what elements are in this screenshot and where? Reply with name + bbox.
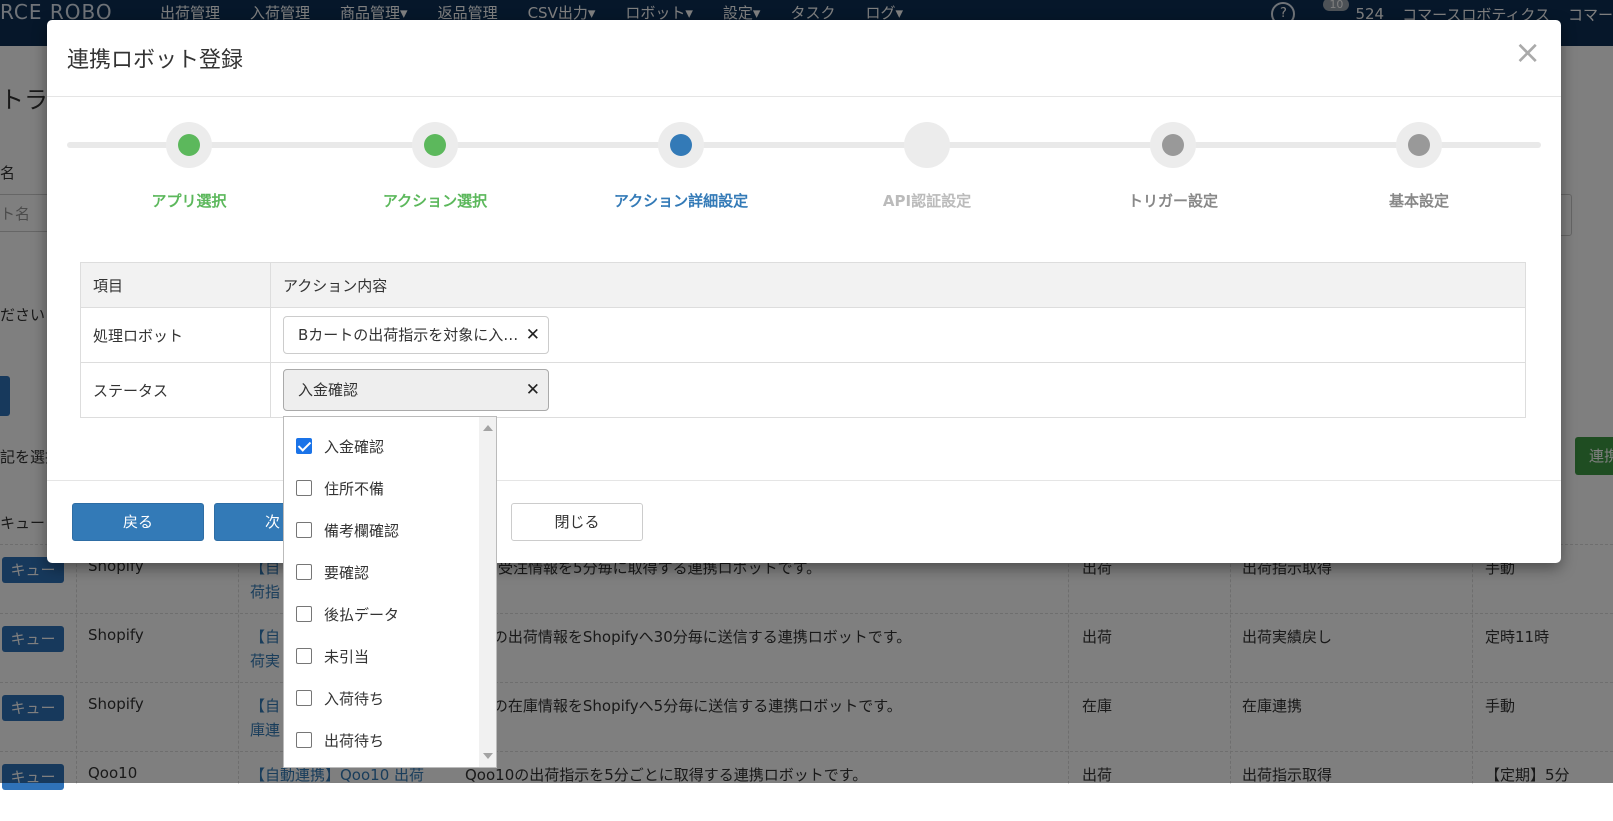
row-label: 処理ロボット xyxy=(80,307,271,363)
option-label: 要確認 xyxy=(324,563,370,582)
step-dot-icon xyxy=(670,134,692,156)
list-item[interactable]: 入荷待ち xyxy=(296,685,384,711)
step-label: アクション詳細設定 xyxy=(613,192,749,210)
table-header-row: 項目 アクション内容 xyxy=(80,262,1526,308)
step-indicator xyxy=(658,122,704,168)
step-dot-icon xyxy=(1408,134,1430,156)
checkbox-icon[interactable] xyxy=(296,480,312,496)
step-dot-icon xyxy=(178,134,200,156)
checkbox-checked-icon[interactable] xyxy=(296,438,312,454)
list-item[interactable]: 備考欄確認 xyxy=(296,517,399,543)
step-label: トリガー設定 xyxy=(1127,192,1218,210)
step-action-select: アクション選択 xyxy=(325,122,545,211)
option-label: 未引当 xyxy=(324,647,370,666)
list-item[interactable]: 後払データ xyxy=(296,601,399,627)
list-item[interactable]: 出荷待ち xyxy=(296,727,384,753)
step-label: 基本設定 xyxy=(1388,192,1449,210)
progress-stepper: アプリ選択 アクション選択 アクション詳細設定 API認証設定 トリガー設定 基… xyxy=(67,122,1541,242)
robot-register-modal: 連携ロボット登録 × アプリ選択 アクション選択 アクション詳細設定 API認証… xyxy=(47,20,1561,563)
checkbox-icon[interactable] xyxy=(296,522,312,538)
step-dot-icon xyxy=(1162,134,1184,156)
step-label: API認証設定 xyxy=(882,192,972,210)
step-indicator xyxy=(412,122,458,168)
step-dot-icon xyxy=(916,134,938,156)
step-action-detail: アクション詳細設定 xyxy=(571,122,791,211)
list-item[interactable]: 入金確認 xyxy=(296,433,384,459)
step-api-auth: API認証設定 xyxy=(817,122,1037,211)
step-dot-icon xyxy=(424,134,446,156)
step-indicator xyxy=(166,122,212,168)
close-button[interactable]: 閉じる xyxy=(511,503,643,541)
option-label: 入金確認 xyxy=(324,437,385,456)
option-label: 後払データ xyxy=(324,605,400,624)
modal-header: 連携ロボット登録 × xyxy=(47,20,1561,97)
option-label: 住所不備 xyxy=(324,479,385,498)
row-value-cell: 入金確認 ✕ xyxy=(270,362,1526,418)
step-basic: 基本設定 xyxy=(1309,122,1529,211)
robot-select-value: Bカートの出荷指示を対象に入力したステータスの出荷指示を取得 xyxy=(298,326,549,344)
option-label: 備考欄確認 xyxy=(324,521,400,540)
step-app-select: アプリ選択 xyxy=(79,122,299,211)
step-indicator xyxy=(1396,122,1442,168)
modal-footer: 戻る 次 閉じる xyxy=(47,480,1561,564)
list-item[interactable]: 要確認 xyxy=(296,559,369,585)
checkbox-icon[interactable] xyxy=(296,606,312,622)
header-item: 項目 xyxy=(80,262,271,308)
table-row: 処理ロボット Bカートの出荷指示を対象に入力したステータスの出荷指示を取得 ✕ xyxy=(80,307,1526,363)
option-label: 入荷待ち xyxy=(324,689,385,708)
step-indicator xyxy=(904,122,950,168)
row-value-cell: Bカートの出荷指示を対象に入力したステータスの出荷指示を取得 ✕ xyxy=(270,307,1526,363)
status-dropdown: 入金確認 住所不備 備考欄確認 要確認 後払データ 未引当 入荷待ち 出荷待ち xyxy=(283,416,497,768)
list-item[interactable]: 住所不備 xyxy=(296,475,384,501)
step-indicator xyxy=(1150,122,1196,168)
checkbox-icon[interactable] xyxy=(296,732,312,748)
checkbox-icon[interactable] xyxy=(296,648,312,664)
header-action: アクション内容 xyxy=(270,262,1526,308)
close-icon[interactable]: × xyxy=(1514,36,1541,68)
option-label: 出荷待ち xyxy=(324,731,385,750)
scroll-up-icon[interactable] xyxy=(483,425,493,431)
row-label: ステータス xyxy=(80,362,271,418)
checkbox-icon[interactable] xyxy=(296,564,312,580)
modal-title: 連携ロボット登録 xyxy=(67,48,244,73)
step-trigger: トリガー設定 xyxy=(1063,122,1283,211)
clear-icon[interactable]: ✕ xyxy=(526,370,540,410)
step-label: アクション選択 xyxy=(382,192,488,210)
table-row: ステータス 入金確認 ✕ xyxy=(80,362,1526,418)
status-select[interactable]: 入金確認 ✕ xyxy=(283,369,549,411)
list-item[interactable]: 未引当 xyxy=(296,643,369,669)
dropdown-scrollbar[interactable] xyxy=(479,417,496,767)
step-label: アプリ選択 xyxy=(151,192,227,210)
back-button[interactable]: 戻る xyxy=(72,503,204,541)
checkbox-icon[interactable] xyxy=(296,690,312,706)
action-detail-table: 項目 アクション内容 処理ロボット Bカートの出荷指示を対象に入力したステータス… xyxy=(80,262,1526,418)
scroll-down-icon[interactable] xyxy=(483,753,493,759)
next-button-label: 次 xyxy=(265,513,281,531)
robot-select[interactable]: Bカートの出荷指示を対象に入力したステータスの出荷指示を取得 ✕ xyxy=(283,316,549,354)
clear-icon[interactable]: ✕ xyxy=(526,317,540,353)
status-select-value: 入金確認 xyxy=(298,381,359,399)
